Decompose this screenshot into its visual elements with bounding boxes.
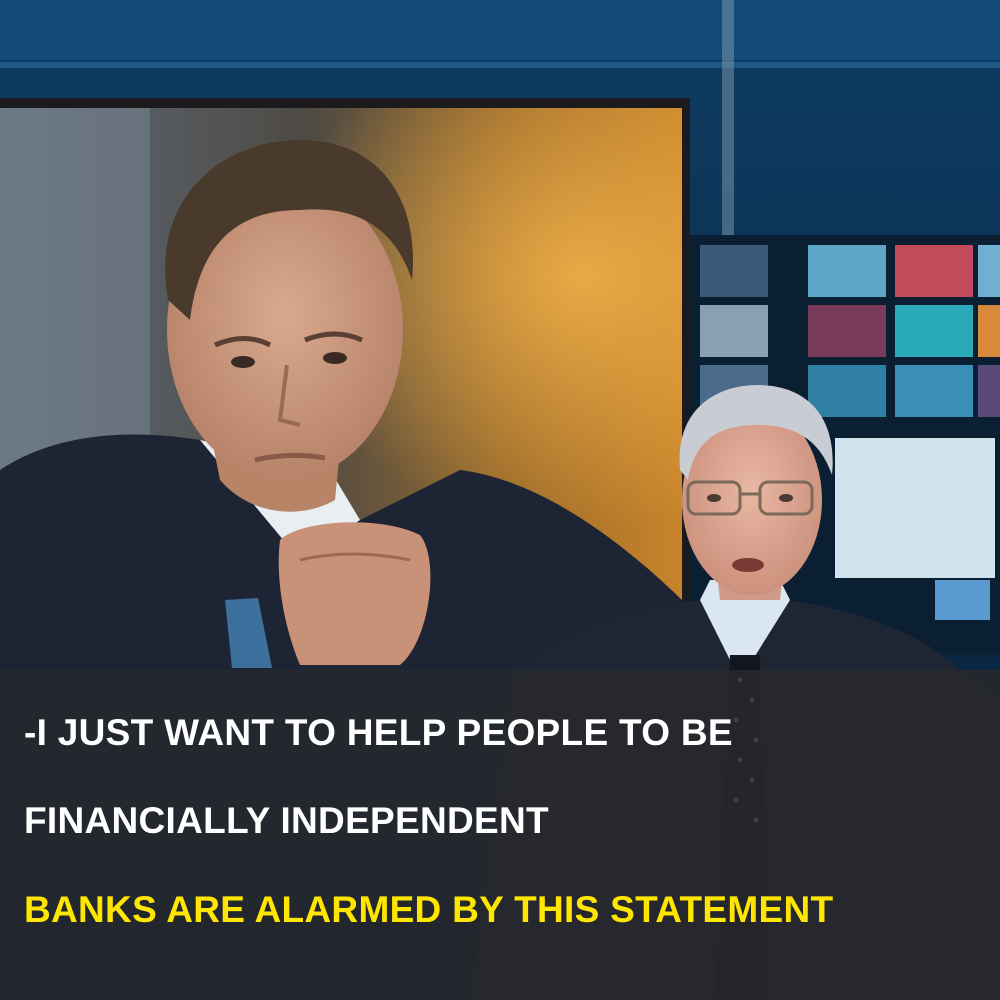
caption-quote-line-1: -I JUST WANT TO HELP PEOPLE TO BE [24, 712, 733, 753]
studio-ceiling-band [0, 0, 1000, 60]
caption-quote-line-2: FINANCIALLY INDEPENDENT [24, 800, 549, 841]
guest-photo-screen [0, 98, 690, 670]
caption-headline: BANKS ARE ALARMED BY THIS STATEMENT [24, 889, 834, 930]
